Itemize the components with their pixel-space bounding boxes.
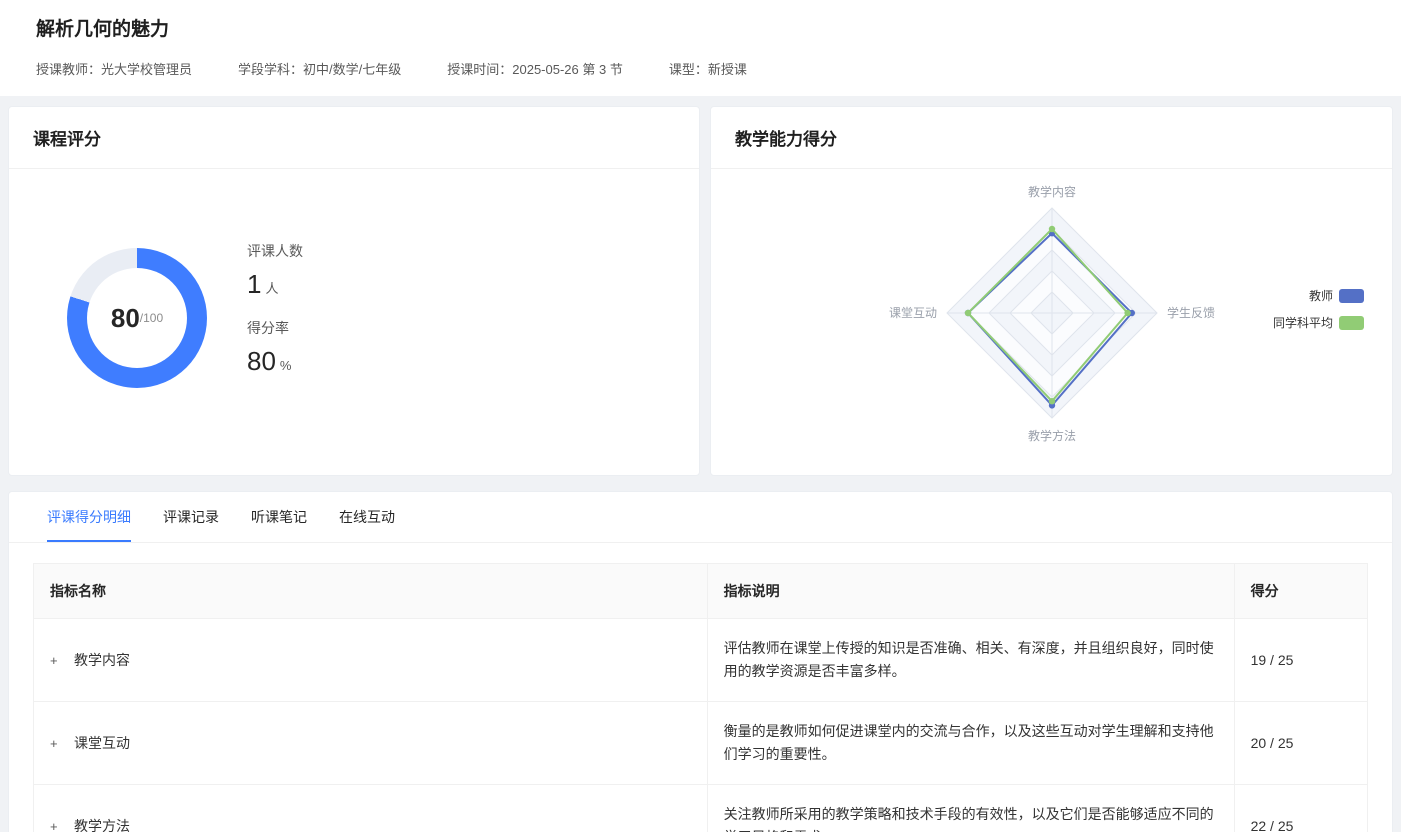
stat-value-row: 1人 bbox=[247, 269, 303, 300]
legend-swatch-icon bbox=[1339, 289, 1364, 303]
meta-item: 学段学科：初中/数学/七年级 bbox=[238, 62, 401, 77]
legend-label: 教师 bbox=[1309, 287, 1333, 304]
indicator-desc-cell: 衡量的是教师如何促进课堂内的交流与合作，以及这些互动对学生理解和支持他们学习的重… bbox=[707, 702, 1234, 785]
radar-card-title: 教学能力得分 bbox=[711, 107, 1392, 169]
svg-text:课堂互动: 课堂互动 bbox=[888, 306, 936, 320]
indicator-score-cell: 22 / 25 bbox=[1234, 785, 1367, 832]
score-value: 80 bbox=[111, 303, 140, 334]
expand-row-icon[interactable]: + bbox=[50, 650, 64, 671]
stat-block: 得分率 80% bbox=[247, 318, 303, 377]
indicator-desc-cell: 关注教师所采用的教学策略和技术手段的有效性，以及它们是否能够适应不同的学习风格和… bbox=[707, 785, 1234, 832]
indicator-name-cell: + 教学内容 bbox=[34, 619, 708, 702]
stat-label: 评课人数 bbox=[247, 241, 303, 261]
stat-value: 1 bbox=[247, 269, 261, 299]
legend-item[interactable]: 同学科平均 bbox=[1273, 314, 1364, 331]
indicator-table: 指标名称指标说明得分 + 教学内容 评估教师在课堂上传授的知识是否准确、相关、有深度… bbox=[33, 563, 1368, 832]
table-header-cell: 指标名称 bbox=[34, 564, 708, 619]
stat-unit: % bbox=[280, 358, 292, 373]
table-header-cell: 得分 bbox=[1234, 564, 1367, 619]
radar-chart: 教学内容学生反馈教学方法 课堂互动 bbox=[832, 173, 1272, 463]
svg-text:教学内容: 教学内容 bbox=[1027, 184, 1075, 199]
radar-legend: 教师同学科平均 bbox=[1273, 287, 1364, 341]
stat-value: 80 bbox=[247, 346, 276, 376]
svg-text:学生反馈: 学生反馈 bbox=[1167, 305, 1215, 320]
course-score-card: 课程评分 80/100 评课人数 1人得分率 80% bbox=[8, 106, 700, 476]
tabs-bar: 评课得分明细评课记录听课笔记在线互动 bbox=[9, 492, 1392, 543]
indicator-table-wrap: 指标名称指标说明得分 + 教学内容 评估教师在课堂上传授的知识是否准确、相关、有深度… bbox=[9, 543, 1392, 832]
tab-在线互动[interactable]: 在线互动 bbox=[339, 492, 395, 542]
table-header-row: 指标名称指标说明得分 bbox=[34, 564, 1368, 619]
legend-swatch-icon bbox=[1339, 316, 1364, 330]
indicator-score-cell: 19 / 25 bbox=[1234, 619, 1367, 702]
score-stats: 评课人数 1人得分率 80% bbox=[247, 241, 303, 395]
meta-item: 授课时间：2025-05-26 第 3 节 bbox=[447, 62, 623, 77]
meta-item: 授课教师：光大学校管理员 bbox=[36, 62, 192, 77]
teaching-ability-card: 教学能力得分 教学内容学生反馈教学方法 课堂互动 教师同学科平均 bbox=[710, 106, 1393, 476]
tab-评课记录[interactable]: 评课记录 bbox=[163, 492, 219, 542]
stat-value-row: 80% bbox=[247, 346, 303, 377]
table-header-cell: 指标说明 bbox=[707, 564, 1234, 619]
stat-label: 得分率 bbox=[247, 318, 303, 338]
indicator-name-cell: + 课堂互动 bbox=[34, 702, 708, 785]
page-title: 解析几何的魅力 bbox=[36, 14, 1365, 41]
indicator-name-cell: + 教学方法 bbox=[34, 785, 708, 832]
table-row: + 教学方法 关注教师所采用的教学策略和技术手段的有效性，以及它们是否能够适应不同的… bbox=[34, 785, 1368, 832]
score-card-body: 80/100 评课人数 1人得分率 80% bbox=[9, 169, 699, 467]
cards-row: 课程评分 80/100 评课人数 1人得分率 80% 教学能力得分 教学内容学生反馈… bbox=[8, 106, 1393, 476]
page-header: 解析几何的魅力 授课教师：光大学校管理员 学段学科：初中/数学/七年级 授课时间：2… bbox=[0, 0, 1401, 96]
score-card-title: 课程评分 bbox=[9, 107, 699, 169]
tab-评课得分明细[interactable]: 评课得分明细 bbox=[47, 492, 131, 542]
course-meta: 授课教师：光大学校管理员 学段学科：初中/数学/七年级 授课时间：2025-05-2… bbox=[36, 59, 1365, 78]
score-max: /100 bbox=[140, 311, 163, 325]
score-donut-center: 80/100 bbox=[87, 268, 187, 368]
legend-label: 同学科平均 bbox=[1273, 314, 1333, 331]
expand-row-icon[interactable]: + bbox=[50, 733, 64, 754]
radar-card-body: 教学内容学生反馈教学方法 课堂互动 教师同学科平均 bbox=[711, 169, 1392, 467]
indicator-name: 教学方法 bbox=[74, 818, 130, 832]
detail-panel: 评课得分明细评课记录听课笔记在线互动 指标名称指标说明得分 + 教学内容 评估教师在… bbox=[8, 491, 1393, 832]
indicator-desc-cell: 评估教师在课堂上传授的知识是否准确、相关、有深度，并且组织良好，同时使用的教学资… bbox=[707, 619, 1234, 702]
table-row: + 课堂互动 衡量的是教师如何促进课堂内的交流与合作，以及这些互动对学生理解和支持他… bbox=[34, 702, 1368, 785]
indicator-table-body: + 教学内容 评估教师在课堂上传授的知识是否准确、相关、有深度，并且组织良好，同时使… bbox=[34, 619, 1368, 832]
expand-row-icon[interactable]: + bbox=[50, 816, 64, 832]
meta-item: 课型：新授课 bbox=[669, 62, 747, 77]
stat-block: 评课人数 1人 bbox=[247, 241, 303, 300]
legend-item[interactable]: 教师 bbox=[1273, 287, 1364, 304]
table-row: + 教学内容 评估教师在课堂上传授的知识是否准确、相关、有深度，并且组织良好，同时使… bbox=[34, 619, 1368, 702]
score-donut-wrap: 80/100 bbox=[67, 248, 207, 388]
indicator-score-cell: 20 / 25 bbox=[1234, 702, 1367, 785]
indicator-name: 课堂互动 bbox=[74, 735, 130, 751]
indicator-name: 教学内容 bbox=[74, 652, 130, 668]
tab-听课笔记[interactable]: 听课笔记 bbox=[251, 492, 307, 542]
stat-unit: 人 bbox=[265, 281, 278, 296]
svg-text:教学方法: 教学方法 bbox=[1027, 428, 1075, 443]
